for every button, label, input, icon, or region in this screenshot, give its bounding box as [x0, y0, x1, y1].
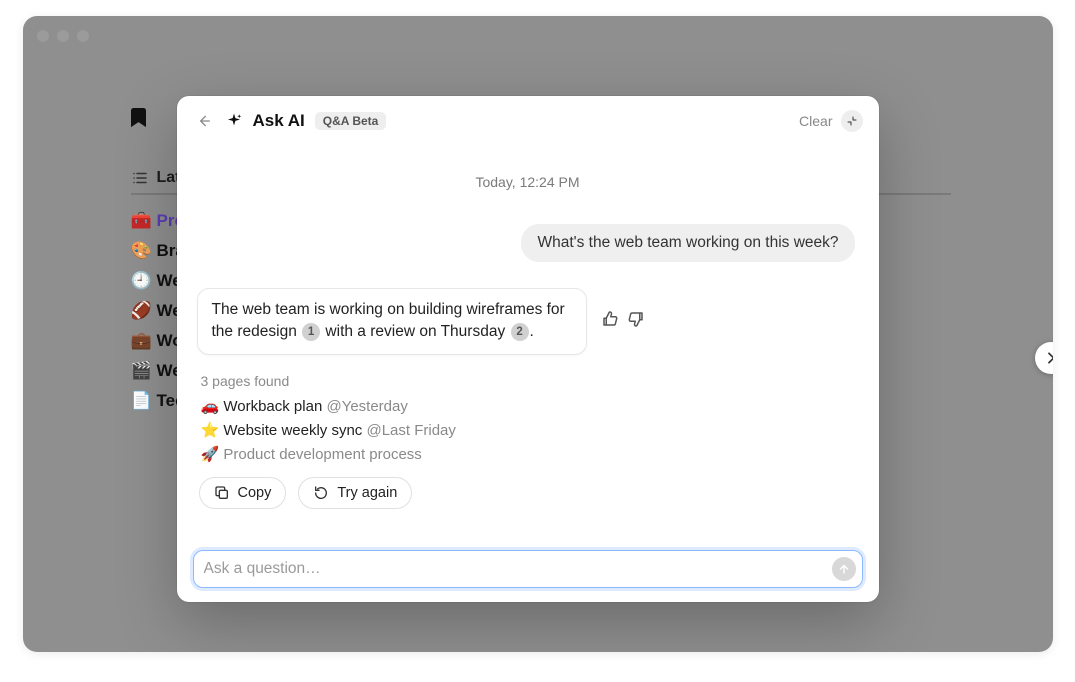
page-emoji-icon: 🎬 [131, 361, 149, 381]
carousel-next-button[interactable] [1035, 342, 1053, 374]
source-title: Product development process [223, 446, 421, 463]
copy-icon [214, 485, 230, 501]
page-emoji-icon: 🎨 [131, 241, 149, 261]
source-item[interactable]: 🚗 Workback plan @Yesterday [201, 397, 859, 415]
ai-message: The web team is working on building wire… [197, 288, 587, 355]
ask-ai-modal: Ask AI Q&A Beta Clear Today, 12:24 PM Wh… [177, 96, 879, 602]
source-item[interactable]: 🚀 Product development process [201, 445, 859, 463]
conversation-area: Today, 12:24 PM What's the web team work… [193, 132, 863, 550]
question-input[interactable] [204, 560, 832, 578]
thumbs-down-icon [627, 310, 645, 328]
copy-button[interactable]: Copy [199, 477, 287, 509]
response-actions: Copy Try again [197, 477, 859, 509]
page-emoji-icon: 🏈 [131, 301, 149, 321]
window-traffic-lights [37, 30, 89, 42]
bookmark-icon [131, 106, 151, 130]
thumbs-up-button[interactable] [601, 310, 619, 333]
thumbs-up-icon [601, 310, 619, 328]
clear-button[interactable]: Clear [799, 113, 832, 129]
source-emoji-icon: 🚗 [201, 398, 224, 415]
thumbs-down-button[interactable] [627, 310, 645, 333]
user-message: What's the web team working on this week… [521, 224, 854, 262]
traffic-zoom[interactable] [77, 30, 89, 42]
beta-badge: Q&A Beta [315, 112, 387, 130]
feedback-controls [601, 310, 645, 333]
traffic-close[interactable] [37, 30, 49, 42]
page-emoji-icon: 🕘 [131, 271, 149, 291]
question-input-wrap [193, 550, 863, 588]
page-emoji-icon: 📄 [131, 391, 149, 411]
modal-title: Ask AI [253, 111, 305, 131]
back-button[interactable] [193, 110, 215, 132]
minimize-button[interactable] [841, 110, 863, 132]
sources-section: 3 pages found 🚗 Workback plan @Yesterday… [197, 373, 859, 463]
page-emoji-icon: 🧰 [131, 211, 149, 231]
citation-2[interactable]: 2 [511, 323, 529, 341]
source-title: Website weekly sync [223, 422, 362, 439]
app-window: Lat 🧰Pro🎨Bra🕘We🏈We💼Wo🎬We📄Tec Ask AI Q&A … [23, 16, 1053, 652]
source-time: @Last Friday [362, 422, 456, 439]
list-icon [131, 169, 149, 187]
send-button[interactable] [832, 557, 856, 581]
source-item[interactable]: ⭐ Website weekly sync @Last Friday [201, 421, 859, 439]
source-title: Workback plan [223, 398, 322, 415]
sources-header: 3 pages found [201, 373, 859, 389]
citation-1[interactable]: 1 [302, 323, 320, 341]
arrow-up-icon [837, 562, 851, 576]
source-emoji-icon: 🚀 [201, 446, 224, 463]
retry-icon [313, 485, 329, 501]
ai-response-row: The web team is working on building wire… [197, 288, 859, 355]
traffic-minimize[interactable] [57, 30, 69, 42]
page-emoji-icon: 💼 [131, 331, 149, 351]
try-again-button[interactable]: Try again [298, 477, 412, 509]
arrow-left-icon [196, 113, 212, 129]
modal-header: Ask AI Q&A Beta Clear [193, 110, 863, 132]
collapse-icon [846, 115, 858, 127]
source-emoji-icon: ⭐ [201, 422, 224, 439]
user-message-row: What's the web team working on this week… [197, 224, 859, 262]
chevron-right-icon [1043, 350, 1053, 366]
source-time: @Yesterday [322, 398, 408, 415]
sparkle-icon [225, 112, 243, 130]
timestamp: Today, 12:24 PM [197, 174, 859, 190]
